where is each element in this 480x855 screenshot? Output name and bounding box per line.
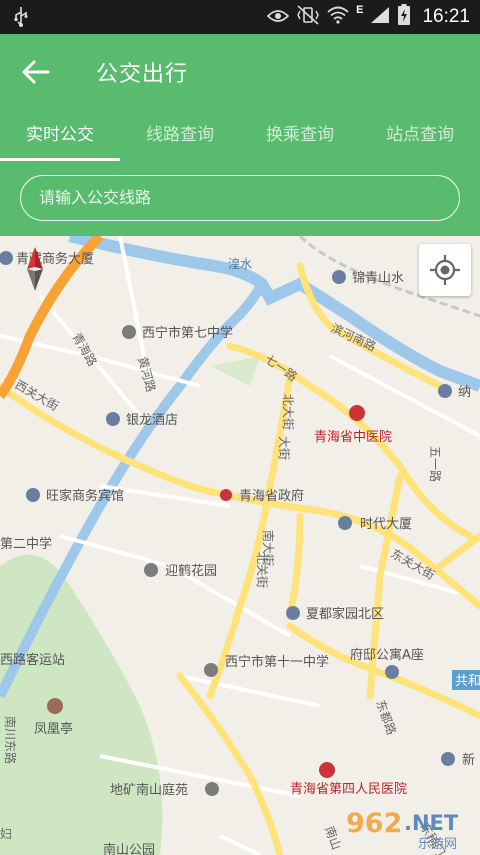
locate-button[interactable] (419, 244, 471, 296)
poi-yinlong-hotel: 银龙酒店 (126, 413, 178, 428)
poi-qinghai-government: 青海省政府 (239, 489, 304, 504)
poi-qinghai-tcm-hospital: 青海省中医院 (314, 430, 392, 445)
road-huangshui: 湟水 (228, 257, 252, 271)
poi-xining-no7-school: 西宁市第七中学 (142, 325, 233, 341)
poi-na-hotel: 纳 (458, 385, 471, 400)
road-north-street: 北大街 (281, 394, 295, 430)
tab-stop-query[interactable]: 站点查询 (360, 122, 480, 162)
poi-jinqing-shanshui: 锦青山水 (352, 271, 404, 286)
poi-qinghai-fourth-hospital: 青海省第四人民医院 (290, 782, 407, 797)
status-icons: E 16:21 (266, 0, 470, 34)
poi-xin: 新 (462, 752, 475, 768)
road-fu: 妇 (0, 827, 12, 841)
site-watermark: 962 .NET 乐游网 (344, 800, 476, 852)
compass-icon[interactable] (24, 245, 46, 293)
poi-xiadu-jiayuan-north: 夏都家园北区 (306, 606, 384, 622)
road-beiguan: 北关街 (255, 552, 269, 588)
watermark-site: 乐游网 (418, 837, 457, 852)
poi-yinghe-garden: 迎鹤花园 (165, 563, 217, 579)
wifi-icon (327, 6, 349, 28)
app-header: 公交出行 实时公交 线路查询 换乘查询 站点查询 (0, 34, 480, 236)
tab-route-query[interactable]: 线路查询 (120, 122, 240, 162)
vibrate-icon (296, 5, 320, 29)
poi-fudi-apartment-a: 府邸公寓A座 (350, 647, 424, 663)
watermark-domain: .NET (404, 811, 459, 835)
poi-dikuang-nanshan: 地矿南山庭苑 (110, 782, 188, 798)
gps-locate-icon (430, 255, 460, 285)
eye-icon (266, 8, 290, 27)
poi-shidai-building: 时代大厦 (360, 517, 412, 532)
tab-transfer-query[interactable]: 换乘查询 (240, 122, 360, 162)
battery-charging-icon (397, 4, 411, 30)
map-canvas: 青藏商务大厦 锦青山水 西宁市第七中学 银龙酒店 纳 青海省中医院 旺家商务宾馆… (0, 236, 480, 855)
active-tab-indicator (0, 158, 120, 161)
back-arrow-icon (22, 60, 50, 84)
tab-bar: 实时公交 线路查询 换乘查询 站点查询 (0, 122, 480, 162)
road-nanchuan-east: 南川东路 (3, 716, 18, 764)
search-box[interactable] (20, 175, 460, 221)
poi-west-bus-station: 西路客运站 (0, 652, 65, 668)
route-search-input[interactable] (39, 176, 439, 219)
status-bar: E 16:21 (0, 0, 480, 34)
bus-app-screen: E 16:21 公交出行 实时公交 线路查询 换乘查询 站点查询 请输入公交线路… (0, 0, 480, 855)
watermark-brand: 962 (346, 808, 402, 839)
road-dajie: 大街 (277, 436, 291, 460)
poi-gonghe-sign: 共和 (455, 674, 480, 689)
poi-no2-middle-school: 第二中学 (0, 536, 52, 552)
signal-icon (370, 6, 390, 28)
tab-realtime-bus[interactable]: 实时公交 (0, 122, 120, 162)
poi-wangjia-hotel: 旺家商务宾馆 (46, 488, 124, 504)
poi-nanshan-park: 南山公园 (103, 842, 155, 855)
network-type-label: E (356, 4, 364, 16)
road-wuyi: 五一路 (428, 446, 443, 482)
clock: 16:21 (422, 6, 470, 27)
back-button[interactable] (20, 58, 54, 86)
page-title: 公交出行 (96, 62, 189, 87)
poi-xining-no11-school: 西宁市第十一中学 (225, 654, 329, 670)
map-view[interactable]: 青藏商务大厦 锦青山水 西宁市第七中学 银龙酒店 纳 青海省中医院 旺家商务宾馆… (0, 236, 480, 855)
poi-fenghuang-pavilion: 凤凰亭 (34, 721, 73, 737)
usb-icon (14, 6, 28, 32)
